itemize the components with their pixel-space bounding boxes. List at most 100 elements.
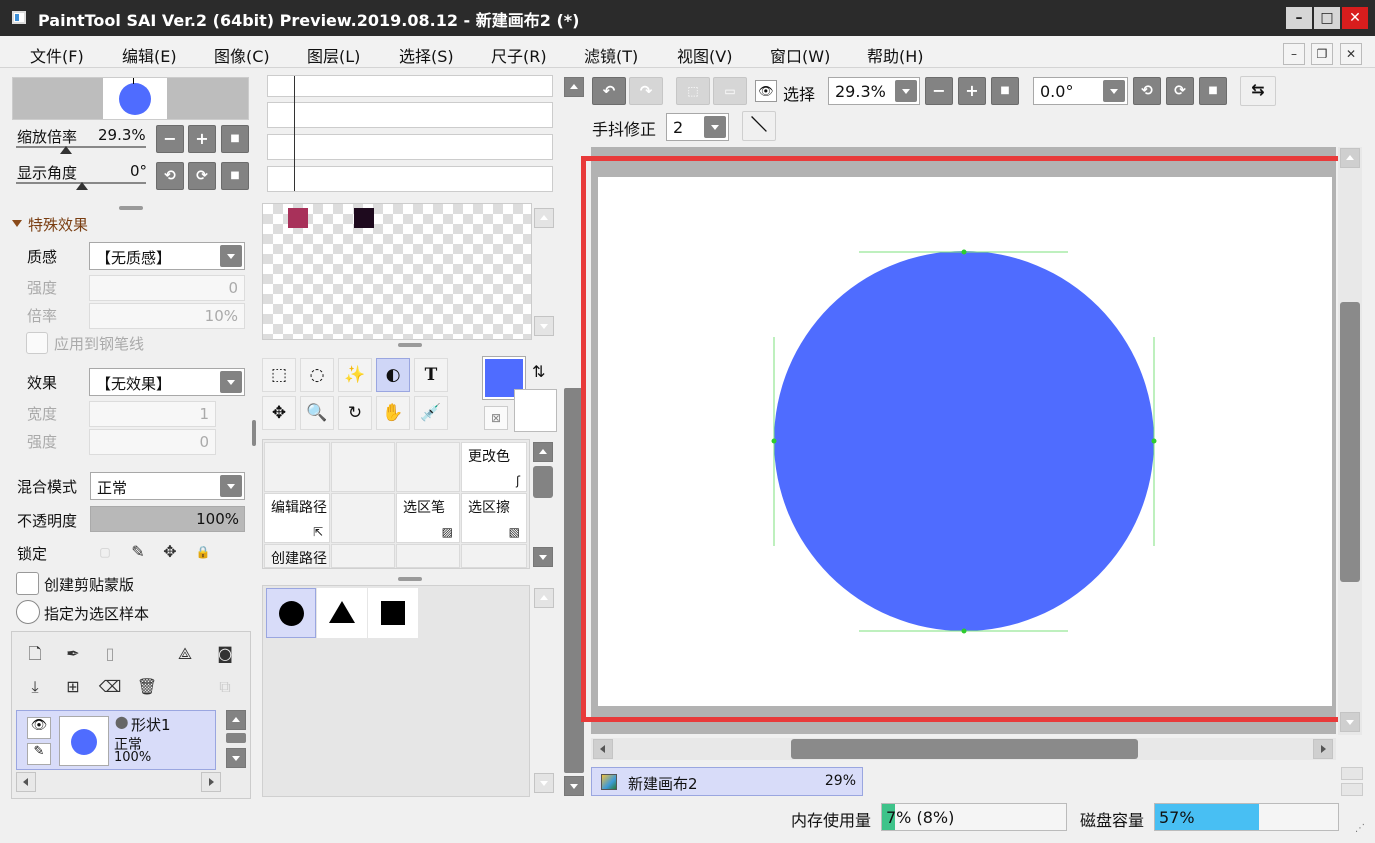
canvas-rotate-reset-button[interactable]: ■ — [1199, 77, 1227, 105]
layer-scroll-left[interactable] — [16, 772, 36, 792]
shape-circle-button[interactable] — [266, 588, 316, 638]
lock-transparency-icon[interactable]: ▢ — [92, 539, 118, 565]
close-button[interactable]: ✕ — [1342, 7, 1368, 29]
brush-scroll-up[interactable] — [533, 442, 553, 462]
lock-move-icon[interactable]: ✥ — [157, 539, 183, 565]
flip-horizontal-button[interactable]: ⇆ — [1240, 76, 1276, 106]
layer-pen-icon[interactable]: ✎ — [27, 743, 51, 765]
brush-empty[interactable] — [331, 493, 395, 543]
selection-sample-radio[interactable] — [16, 600, 40, 624]
zoom-out-button[interactable]: − — [156, 125, 184, 153]
panel-scroll-grip[interactable] — [252, 420, 256, 446]
menu-help[interactable]: 帮助(H) — [867, 43, 924, 67]
duplicate-icon[interactable]: ⧉ — [212, 674, 238, 700]
canvas-rotate-cw-button[interactable]: ⟳ — [1166, 77, 1194, 105]
shape-layer-icon[interactable]: ⟁ — [172, 641, 198, 667]
menu-window[interactable]: 窗口(W) — [770, 43, 830, 67]
palette-scroll-up[interactable] — [534, 208, 554, 228]
navigator-preview[interactable] — [12, 77, 249, 120]
canvas-rotate-ccw-button[interactable]: ⟲ — [1133, 77, 1161, 105]
maximize-button[interactable]: □ — [1314, 7, 1340, 29]
layer-visibility-eye-icon[interactable]: 👁 — [27, 717, 51, 739]
shape-tool[interactable]: ◐ — [376, 358, 410, 392]
color-slider-2[interactable] — [267, 102, 553, 128]
canvas-hscroll-thumb[interactable] — [791, 739, 1138, 759]
transparent-color-icon[interactable]: ⊠ — [484, 406, 508, 430]
panel-splitter[interactable] — [119, 206, 143, 210]
layer-item[interactable]: 👁 ✎ ⬤ 形状1 正常 100% — [16, 710, 216, 770]
canvas-angle-dropdown[interactable]: 0.0° — [1033, 77, 1128, 105]
clip-mask-checkbox[interactable] — [16, 572, 39, 595]
menu-select[interactable]: 选择(S) — [399, 43, 454, 67]
brush-change-color[interactable]: 更改色 ʃ — [461, 442, 527, 492]
brush-splitter[interactable] — [398, 577, 422, 581]
selection-visibility-eye-icon[interactable]: 👁 — [755, 80, 777, 102]
line-tool-button[interactable]: ＼ — [742, 111, 776, 141]
doc-close-button[interactable]: ✕ — [1340, 43, 1362, 65]
swatch-2[interactable] — [354, 208, 374, 228]
color-slider-1[interactable] — [267, 75, 553, 97]
brush-scroll-thumb[interactable] — [533, 466, 553, 498]
brush-edit-path[interactable]: 编辑路径 ⇱ — [264, 493, 330, 543]
rotate-cw-button[interactable]: ⟳ — [188, 162, 216, 190]
doc-restore-button[interactable]: ❐ — [1311, 43, 1333, 65]
brush-empty[interactable] — [331, 544, 395, 568]
shape-triangle-button[interactable] — [317, 588, 367, 638]
lasso-tool[interactable]: ◌ — [300, 358, 334, 392]
apply-pen-checkbox[interactable] — [26, 332, 48, 354]
undo-button[interactable]: ↶ — [592, 77, 626, 105]
tab-scroll-up[interactable] — [1341, 767, 1363, 780]
menu-filter[interactable]: 滤镜(T) — [584, 43, 638, 67]
canvas-scroll-left[interactable] — [593, 739, 613, 759]
layer-scroll-right[interactable] — [201, 772, 221, 792]
new-vector-layer-icon[interactable]: ✒ — [60, 641, 86, 667]
magic-wand-tool[interactable]: ✨ — [338, 358, 372, 392]
panel-scroll-down[interactable] — [564, 776, 584, 796]
trash-icon[interactable]: 🗑 — [134, 674, 160, 700]
layer-scroll-up[interactable] — [226, 710, 246, 730]
brush-scroll-down[interactable] — [533, 547, 553, 567]
scale-field[interactable]: 10% — [89, 303, 245, 329]
brush-empty[interactable] — [396, 544, 460, 568]
background-color[interactable] — [514, 389, 557, 432]
doc-minimize-button[interactable]: – — [1283, 43, 1305, 65]
brush-empty[interactable] — [396, 442, 460, 492]
new-folder-icon[interactable]: ▯ — [97, 641, 123, 667]
lock-all-icon[interactable]: 🔒 — [190, 539, 216, 565]
angle-slider-handle[interactable] — [76, 182, 88, 190]
effects-section-title[interactable]: 特殊效果 — [28, 214, 88, 235]
strength-field[interactable]: 0 — [89, 275, 245, 301]
canvas-scroll-right[interactable] — [1313, 739, 1333, 759]
rotate-tool[interactable]: ↻ — [338, 396, 372, 430]
tab-scroll-down[interactable] — [1341, 783, 1363, 796]
deselect-button[interactable]: ⬚ — [676, 77, 710, 105]
zoom-slider[interactable] — [16, 146, 146, 148]
palette-scroll-down[interactable] — [534, 316, 554, 336]
canvas-scroll-down[interactable] — [1340, 712, 1360, 732]
menu-ruler[interactable]: 尺子(R) — [491, 43, 547, 67]
brush-empty[interactable] — [461, 544, 527, 568]
move-tool[interactable]: ✥ — [262, 396, 296, 430]
menu-image[interactable]: 图像(C) — [214, 43, 270, 67]
invert-select-button[interactable]: ▭ — [713, 77, 747, 105]
swatch-palette[interactable] — [262, 203, 532, 340]
shape-scroll-down[interactable] — [534, 773, 554, 793]
rotate-reset-button[interactable]: ■ — [221, 162, 249, 190]
brush-create-path[interactable]: 创建路径 — [264, 544, 330, 568]
brush-empty[interactable] — [331, 442, 395, 492]
resize-grip-icon[interactable]: ⋰ — [1355, 823, 1365, 834]
panel-scroll-up[interactable] — [564, 77, 584, 97]
clear-layer-icon[interactable]: ⌫ — [97, 674, 123, 700]
zoom-tool[interactable]: 🔍 — [300, 396, 334, 430]
texture-dropdown[interactable]: 【无质感】 — [89, 242, 245, 270]
zoom-in-button[interactable]: + — [188, 125, 216, 153]
swap-colors-icon[interactable]: ⇅ — [532, 362, 545, 381]
brush-empty[interactable] — [264, 442, 330, 492]
canvas-zoom-in-button[interactable]: + — [958, 77, 986, 105]
layer-scroll-down[interactable] — [226, 748, 246, 768]
minimize-button[interactable]: – — [1286, 7, 1312, 29]
strength2-field[interactable]: 0 — [89, 429, 216, 455]
rect-select-tool[interactable]: ⬚ — [262, 358, 296, 392]
color-slider-3[interactable] — [267, 134, 553, 160]
add-layer-icon[interactable]: ⊞ — [60, 674, 86, 700]
